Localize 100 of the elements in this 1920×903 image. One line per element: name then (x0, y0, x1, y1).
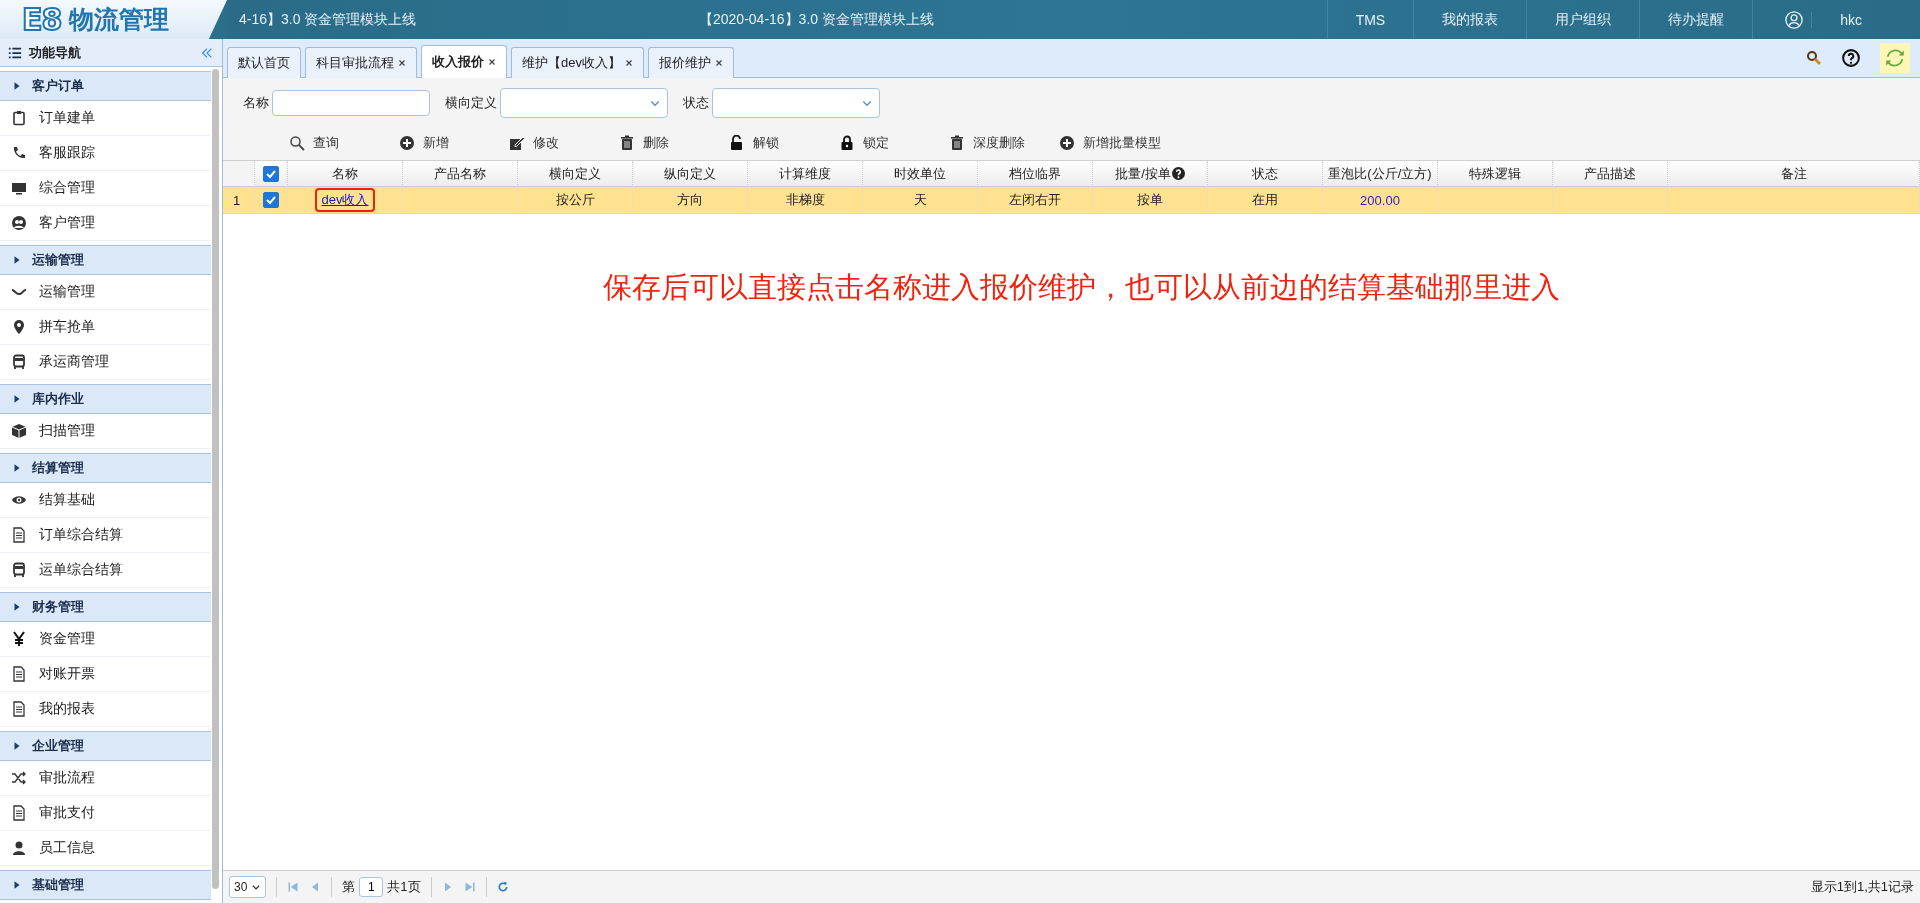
field-label: 名称 (243, 94, 269, 112)
search-icon (1806, 50, 1822, 66)
name-link[interactable]: dev收入 (314, 188, 376, 212)
annotation-text: 保存后可以直接点击名称进入报价维护，也可以从前边的结算基础那里进入 (603, 270, 1561, 305)
select-field[interactable] (712, 88, 880, 118)
toolbar-button[interactable]: 新增批量模型 (1059, 134, 1169, 152)
column-header[interactable]: 重泡比(公斤/立方) (1323, 161, 1438, 187)
column-header[interactable]: 产品名称 (403, 161, 518, 187)
bus-icon (11, 354, 27, 370)
toolbar-button[interactable]: 删除 (619, 134, 729, 152)
tab[interactable]: 收入报价 (421, 45, 507, 78)
toolbar-button[interactable]: 查询 (289, 134, 399, 152)
user-icon (1785, 10, 1804, 29)
nav-item[interactable]: 审批支付 (0, 796, 211, 831)
nav-group-header[interactable]: 财务管理 (0, 592, 211, 622)
checkbox[interactable] (263, 165, 279, 182)
nav-item[interactable]: 对账开票 (0, 657, 211, 692)
caret-icon (12, 879, 22, 891)
scrollbar[interactable] (212, 69, 219, 889)
tab[interactable]: 科目审批流程 (305, 47, 417, 78)
caret-icon (12, 740, 22, 752)
clipboard-icon (11, 110, 27, 126)
help-icon (1842, 49, 1860, 67)
nav-item[interactable]: 订单综合结算 (0, 518, 211, 553)
close-icon (398, 59, 406, 67)
column-header[interactable]: 备注 (1668, 161, 1920, 187)
nav-group-header[interactable]: 企业管理 (0, 731, 211, 761)
close-icon (624, 59, 633, 67)
column-header[interactable]: 产品描述 (1553, 161, 1668, 187)
caret-icon (12, 254, 22, 266)
refresh-icon (496, 881, 509, 893)
tab[interactable]: 默认首页 (227, 47, 301, 78)
caret-icon (12, 80, 22, 92)
notice-text: 4-16】3.0 资金管理模块上线 (238, 10, 418, 29)
field-label: 状态 (683, 94, 709, 112)
nav-item[interactable]: 客户管理 (0, 206, 211, 241)
field-label: 横向定义 (445, 94, 497, 112)
bus-icon (11, 562, 27, 578)
table-cell: 200.00 (1323, 187, 1438, 214)
nav-item[interactable]: 我的报表 (0, 692, 211, 727)
phone-icon (11, 145, 27, 161)
last-page-icon (463, 881, 476, 893)
toolbar-button[interactable]: 新增 (399, 134, 509, 152)
help-icon (1171, 167, 1185, 180)
plus-circle-icon (399, 135, 415, 151)
caret-icon (12, 601, 22, 613)
page-size-select[interactable]: 30 (229, 876, 267, 898)
toolbar-button[interactable]: 解锁 (729, 134, 839, 152)
column-header[interactable]: 特殊逻辑 (1438, 161, 1553, 187)
document-icon (11, 805, 27, 821)
trash-icon (949, 135, 965, 151)
tab[interactable]: 报价维护 (647, 47, 734, 78)
trash-icon (619, 135, 635, 151)
chevron-down-icon (251, 882, 262, 892)
toolbar-button[interactable]: 锁定 (839, 134, 949, 152)
edit-icon (509, 135, 525, 151)
unlocked-padlock-icon (729, 135, 745, 151)
table-cell: 非梯度 (748, 187, 863, 214)
logo-title: 物流管理 (69, 4, 170, 36)
column-header[interactable]: 纵向定义 (633, 161, 748, 187)
person-icon (11, 840, 27, 856)
nav-group-header[interactable]: 客户订单 (0, 71, 211, 101)
refresh-icon (1885, 48, 1905, 68)
toolbar-button[interactable]: 深度删除 (949, 134, 1059, 152)
cube-icon (11, 423, 27, 439)
column-header[interactable]: 批量/按单 (1093, 161, 1208, 187)
nav-item[interactable]: 扫描管理 (0, 414, 211, 449)
document-icon (11, 527, 27, 543)
monitor-icon (11, 180, 27, 196)
nav-group-header[interactable]: 库内作业 (0, 384, 211, 414)
table-cell: 按公斤 (518, 187, 633, 214)
select-field[interactable] (500, 88, 668, 118)
checkbox[interactable] (263, 192, 279, 208)
column-header[interactable]: 名称 (288, 161, 403, 187)
yen-icon (11, 631, 27, 647)
input-field[interactable] (272, 90, 430, 116)
column-header[interactable]: 档位临界 (978, 161, 1093, 187)
notice-text: 【2020-04-16】3.0 资金管理模块上线 (699, 10, 935, 29)
toolbar-button[interactable]: 修改 (509, 134, 619, 152)
page-count: 共1页 (387, 878, 421, 896)
sidebar-title: 功能导航 (29, 43, 81, 62)
search-icon (289, 135, 305, 151)
list-icon (8, 45, 22, 60)
tab[interactable]: 维护【dev收入】 (511, 47, 644, 78)
nav-group-header[interactable]: 结算管理 (0, 453, 211, 483)
page-number-field[interactable]: 1 (359, 877, 384, 897)
first-page-icon (287, 881, 300, 893)
column-header[interactable]: 计算维度 (748, 161, 863, 187)
column-header[interactable]: 横向定义 (518, 161, 633, 187)
table-cell: 方向 (633, 187, 748, 214)
column-header[interactable]: 状态 (1208, 161, 1323, 187)
collapse-icon (200, 45, 214, 60)
map-pin-icon (11, 319, 27, 335)
nav-group-header[interactable]: 运输管理 (0, 245, 211, 275)
nav-item[interactable]: 综合管理 (0, 171, 211, 206)
record-summary: 显示1到1,共1记录 (1810, 878, 1914, 896)
nav-group-header[interactable]: 基础管理 (0, 870, 211, 900)
table-cell: 左闭右开 (978, 187, 1093, 214)
column-header[interactable]: 时效单位 (863, 161, 978, 187)
logo-mark: E8 (22, 4, 62, 35)
